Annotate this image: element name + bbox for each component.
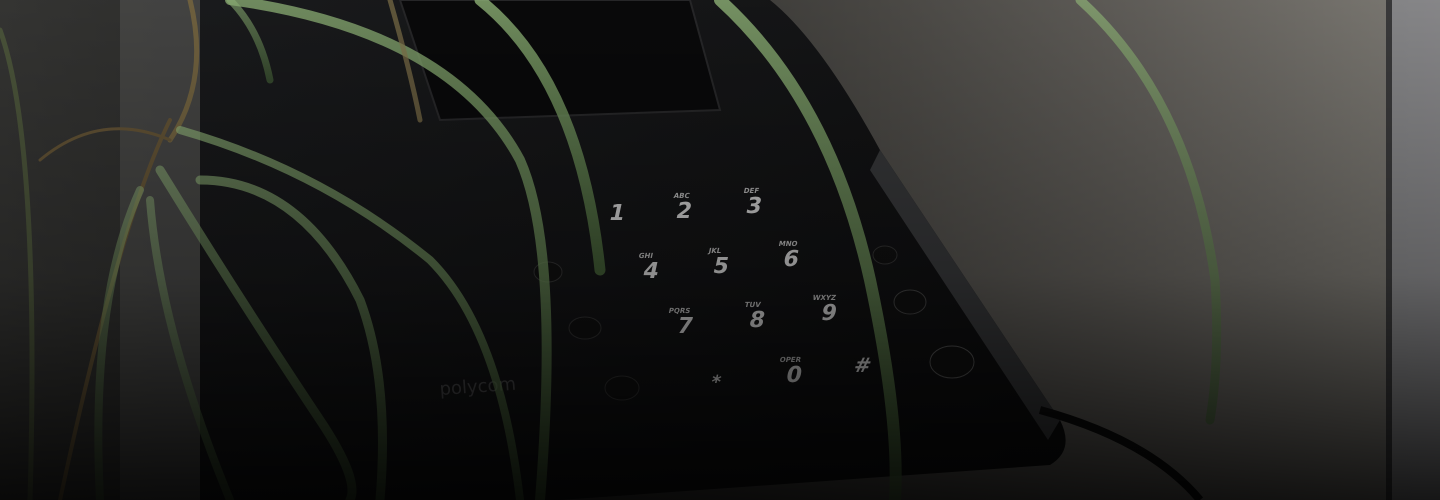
photo-scene: 1 ABC 2 DEF 3 GHI 4 JKL 5 MNO 6 PQRS 7 T… [0, 0, 1440, 500]
volume-key [893, 289, 927, 315]
phone-cord [1038, 406, 1204, 500]
message-key [568, 316, 602, 340]
side-key [872, 245, 898, 265]
window-frame-edge [1386, 0, 1392, 500]
hero-banner: 1 ABC 2 DEF 3 GHI 4 JKL 5 MNO 6 PQRS 7 T… [0, 0, 1440, 500]
mute-key [929, 345, 975, 379]
speaker-key [604, 375, 640, 401]
window-frame [1390, 0, 1440, 500]
left-wall [120, 0, 200, 500]
